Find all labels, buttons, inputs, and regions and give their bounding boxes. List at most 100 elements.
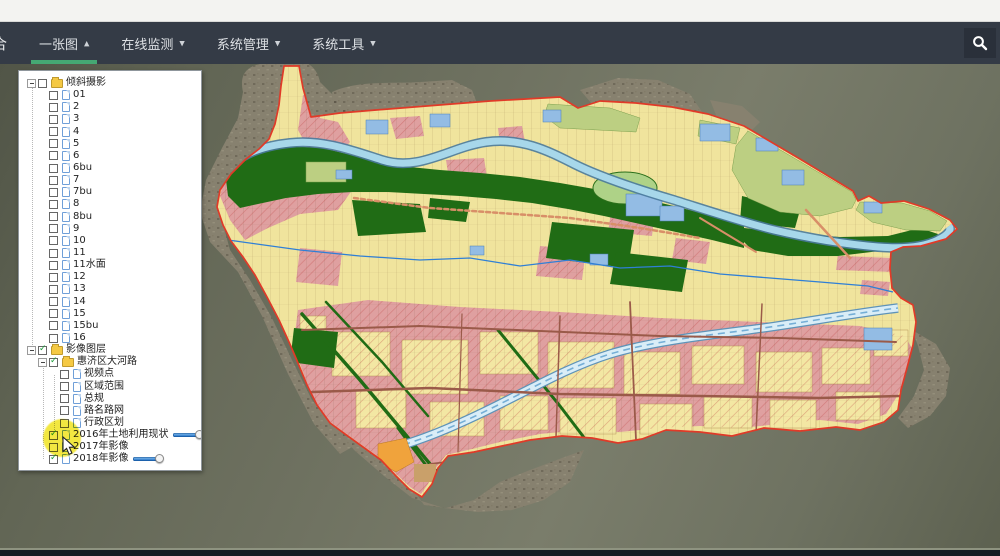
browser-top-strip [0, 0, 1000, 22]
collapse-icon[interactable] [27, 79, 36, 88]
layer-label[interactable]: 5 [73, 139, 79, 149]
layer-checkbox[interactable] [49, 200, 58, 209]
slider-knob[interactable] [155, 454, 164, 463]
document-icon [62, 90, 70, 100]
layer-checkbox[interactable] [49, 249, 58, 258]
layer-checkbox[interactable] [49, 139, 58, 148]
document-icon [62, 187, 70, 197]
layer-label[interactable]: 9 [73, 224, 79, 234]
logo-partial: 合 [0, 22, 14, 64]
mouse-cursor [62, 436, 77, 456]
document-icon [62, 151, 70, 161]
landuse-polygons [200, 64, 980, 510]
layer-checkbox[interactable] [49, 103, 58, 112]
chevron-down-icon: ▼ [370, 40, 375, 48]
tree-row: 11水面 [19, 259, 199, 271]
document-icon [62, 175, 70, 185]
layer-checkbox-checked[interactable] [38, 346, 47, 355]
layer-label[interactable]: 影像图层 [66, 345, 106, 355]
tree-row: 路名路网 [19, 405, 199, 417]
layer-label[interactable]: 总规 [84, 394, 104, 404]
layer-label[interactable]: 惠济区大河路 [77, 357, 137, 367]
layer-checkbox[interactable] [49, 164, 58, 173]
main-navbar: 合 一张图▲在线监测▼系统管理▼系统工具▼ [0, 22, 1000, 64]
layer-label[interactable]: 7 [73, 175, 79, 185]
layer-label[interactable]: 16 [73, 333, 86, 343]
layer-label[interactable]: 12 [73, 272, 86, 282]
layer-checkbox[interactable] [49, 212, 58, 221]
layer-checkbox[interactable] [49, 309, 58, 318]
tree-row: 总规 [19, 393, 199, 405]
layer-checkbox[interactable] [49, 297, 58, 306]
opacity-slider[interactable] [173, 433, 199, 437]
layer-label[interactable]: 13 [73, 284, 86, 294]
layer-checkbox[interactable] [38, 79, 47, 88]
layer-label[interactable]: 行政区划 [84, 418, 124, 428]
layer-checkbox[interactable] [49, 321, 58, 330]
layer-checkbox[interactable] [49, 236, 58, 245]
layer-label[interactable]: 7bu [73, 187, 92, 197]
tree-row: 视频点 [19, 368, 199, 380]
document-icon [62, 199, 70, 209]
layer-checkbox[interactable] [60, 394, 69, 403]
map-viewport[interactable]: 倾斜摄影 01 2 3 4 5 6 6bu 7 7bu 8 8bu 9 10 11 11水面 12 13 14 15 1… [0, 64, 1000, 548]
tree-row: 12 [19, 271, 199, 283]
layer-checkbox[interactable] [49, 285, 58, 294]
collapse-icon[interactable] [38, 358, 47, 367]
layer-label[interactable]: 10 [73, 236, 86, 246]
opacity-slider[interactable] [133, 457, 159, 461]
layer-checkbox[interactable] [49, 176, 58, 185]
layer-label[interactable]: 2 [73, 102, 79, 112]
layer-label[interactable]: 15bu [73, 321, 98, 331]
layer-label[interactable]: 3 [73, 114, 79, 124]
layer-checkbox[interactable] [49, 188, 58, 197]
folder-icon [51, 346, 63, 355]
layer-label[interactable]: 2018年影像 [73, 454, 128, 464]
layer-label[interactable]: 倾斜摄影 [66, 78, 106, 88]
layer-label[interactable]: 14 [73, 297, 86, 307]
layer-checkbox[interactable] [49, 261, 58, 270]
tree-row: 15 [19, 308, 199, 320]
layer-label[interactable]: 2017年影像 [73, 442, 128, 452]
slider-knob[interactable] [195, 430, 202, 439]
layer-label[interactable]: 8 [73, 199, 79, 209]
document-icon [62, 297, 70, 307]
layer-label[interactable]: 视频点 [84, 369, 114, 379]
layer-checkbox[interactable] [60, 370, 69, 379]
layer-checkbox[interactable] [49, 151, 58, 160]
document-icon [62, 284, 70, 294]
layer-label[interactable]: 11 [73, 248, 86, 258]
document-icon [73, 394, 81, 404]
layer-checkbox[interactable] [60, 382, 69, 391]
layer-label[interactable]: 6bu [73, 163, 92, 173]
layer-checkbox[interactable] [49, 115, 58, 124]
layer-checkbox[interactable] [49, 224, 58, 233]
tree-row: 9 [19, 223, 199, 235]
nav-item-3[interactable]: 系统管理▼ [208, 22, 289, 64]
logo-partial-text: 合 [0, 33, 7, 54]
document-icon [62, 333, 70, 343]
layer-checkbox[interactable] [49, 127, 58, 136]
layer-checkbox[interactable] [49, 273, 58, 282]
nav-item-4[interactable]: 系统工具▼ [303, 22, 384, 64]
document-icon [62, 260, 70, 270]
layer-label[interactable]: 11水面 [73, 260, 106, 270]
layer-checkbox[interactable] [49, 91, 58, 100]
layer-label[interactable]: 8bu [73, 212, 92, 222]
nav-item-1[interactable]: 一张图▲ [30, 22, 98, 64]
collapse-icon[interactable] [27, 346, 36, 355]
layer-checkbox[interactable] [60, 406, 69, 415]
layer-label[interactable]: 6 [73, 151, 79, 161]
nav-item-2[interactable]: 在线监测▼ [112, 22, 193, 64]
layer-label[interactable]: 区域范围 [84, 382, 124, 392]
layer-label[interactable]: 路名路网 [84, 406, 124, 416]
search-button[interactable] [964, 28, 996, 58]
layer-checkbox-checked[interactable] [49, 358, 58, 367]
bottom-bar [0, 550, 1000, 556]
layer-label[interactable]: 01 [73, 90, 86, 100]
nav-item-label: 在线监测 [121, 34, 173, 53]
layer-checkbox[interactable] [49, 334, 58, 343]
layer-label[interactable]: 2016年土地利用现状 [73, 430, 168, 440]
layer-label[interactable]: 4 [73, 127, 79, 137]
layer-label[interactable]: 15 [73, 309, 86, 319]
